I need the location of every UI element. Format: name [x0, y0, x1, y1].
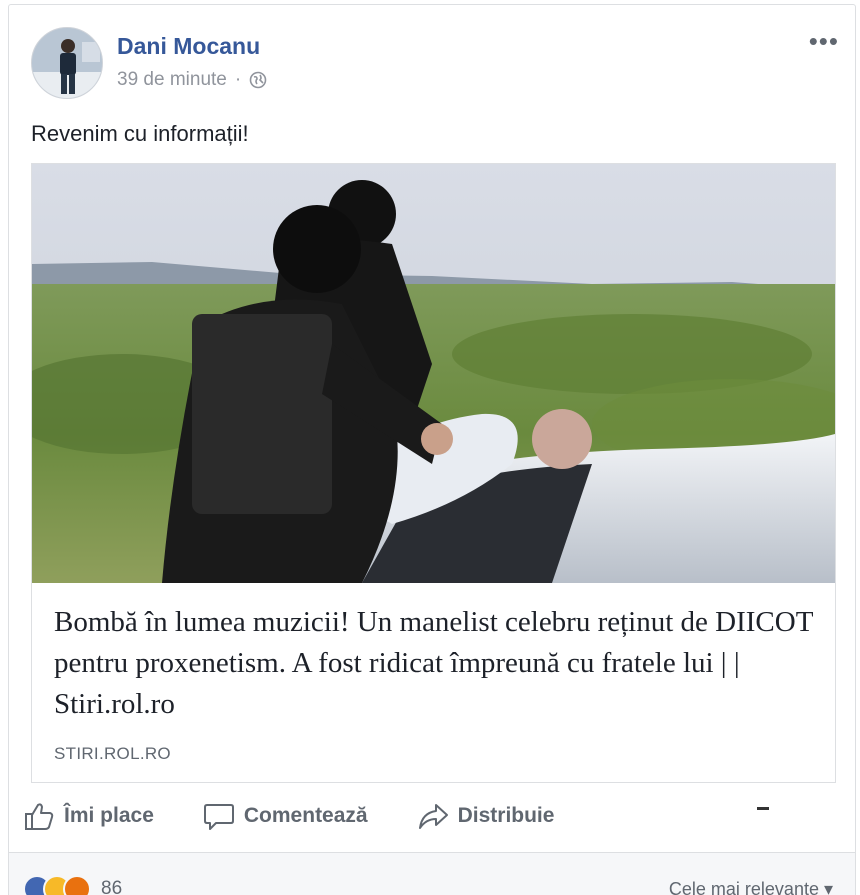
post-meta: 39 de minute · [117, 69, 267, 91]
comment-icon [203, 804, 234, 830]
like-button[interactable]: Îmi place [22, 799, 154, 833]
post-card: Dani Mocanu 39 de minute · ••• Revenim c… [8, 4, 856, 895]
reactions-bar: 86 Cele mai relevante ▾ [9, 852, 855, 895]
link-domain: STIRI.ROL.RO [54, 744, 171, 763]
reaction-summary[interactable]: 86 [23, 875, 122, 895]
post-text: Revenim cu informații! [31, 121, 249, 146]
author-name[interactable]: Dani Mocanu [117, 33, 260, 60]
share-label: Distribuie [457, 804, 555, 827]
share-button[interactable]: Distribuie [416, 799, 555, 833]
link-preview-image[interactable] [32, 164, 835, 583]
thumbs-up-icon [25, 803, 54, 830]
meta-separator: · [234, 69, 242, 90]
angry-icon [63, 875, 91, 895]
comment-label: Comentează [243, 804, 368, 827]
comment-button[interactable]: Comentează [202, 799, 368, 833]
reaction-count[interactable]: 86 [101, 878, 122, 895]
share-icon [418, 804, 448, 829]
link-title[interactable]: Bombă în lumea muzicii! Un manelist cele… [54, 602, 824, 725]
more-options-icon[interactable]: ••• [809, 28, 839, 54]
like-label: Îmi place [64, 804, 154, 827]
post-time[interactable]: 39 de minute [117, 69, 227, 91]
author-avatar[interactable] [31, 27, 103, 99]
globe-icon[interactable] [249, 71, 267, 89]
link-preview[interactable]: Bombă în lumea muzicii! Un manelist cele… [31, 163, 836, 783]
post-actions: Îmi place Comentează Distribuie [22, 796, 827, 836]
comment-sort-dropdown[interactable]: Cele mai relevante ▾ [669, 879, 833, 895]
